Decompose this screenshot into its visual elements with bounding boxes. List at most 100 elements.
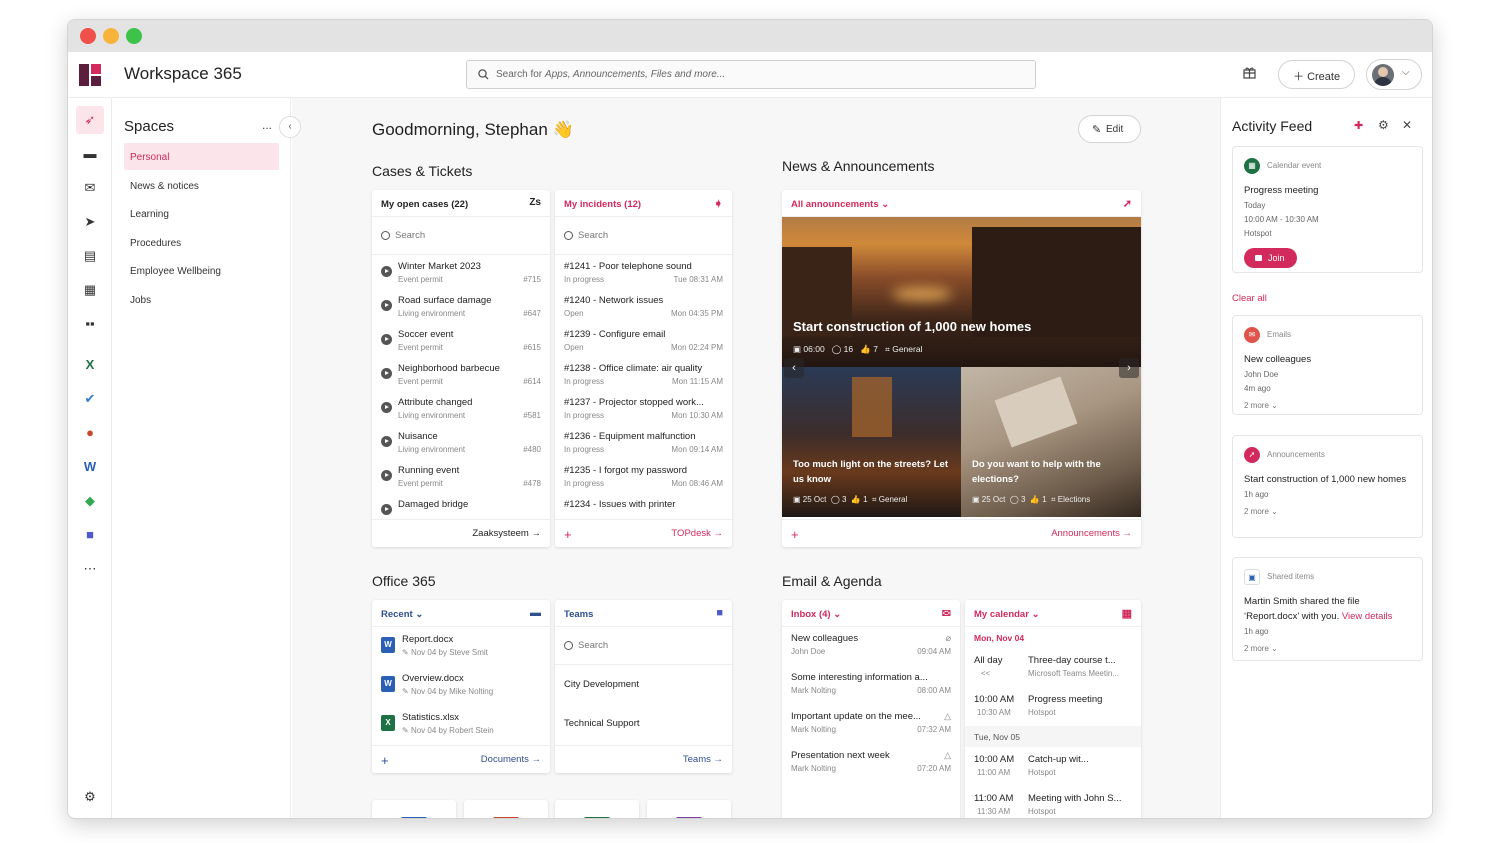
- view-details-link[interactable]: View details: [1342, 611, 1393, 622]
- news-item-image[interactable]: Do you want to help with the elections? …: [961, 367, 1141, 517]
- news-item-title[interactable]: Too much light on the streets? Let us kn…: [793, 457, 953, 487]
- open-cases-search-input[interactable]: Search: [372, 217, 550, 255]
- feed-card-calendar[interactable]: ▦ Calendar event Progress meeting Today 1…: [1232, 146, 1423, 273]
- gift-icon[interactable]: [1243, 66, 1256, 82]
- todo-check-icon[interactable]: ✔: [76, 385, 104, 413]
- feed-card-shared[interactable]: ▣ Shared items Martin Smith shared the fi…: [1232, 557, 1423, 661]
- email-row[interactable]: Some interesting information a... Mark No…: [782, 666, 960, 705]
- close-icon[interactable]: ✕: [1402, 118, 1412, 132]
- create-button[interactable]: ＋ Create: [1278, 60, 1355, 89]
- incident-row[interactable]: #1240 - Network issues Open Mon 04:35 PM: [555, 289, 732, 323]
- clear-all-link[interactable]: Clear all: [1232, 293, 1267, 304]
- incidents-search-input[interactable]: Search: [555, 217, 732, 255]
- space-item-news[interactable]: News & notices: [124, 172, 279, 199]
- global-search-input[interactable]: Search for Apps, Announcements, Files an…: [466, 60, 1036, 89]
- collapse-panel-button[interactable]: ‹: [279, 116, 301, 138]
- teams-search-input[interactable]: Search: [555, 627, 732, 665]
- case-row[interactable]: Nuisance Living environment #480: [372, 425, 550, 459]
- megaphone-icon[interactable]: ➚: [1123, 197, 1132, 210]
- more-apps-icon[interactable]: ⋯: [76, 555, 104, 583]
- space-item-learning[interactable]: Learning: [124, 200, 279, 227]
- incidents-title[interactable]: My incidents (12): [564, 199, 641, 210]
- news-item-image[interactable]: Too much light on the streets? Let us kn…: [782, 367, 961, 517]
- team-item[interactable]: Technical Support: [555, 704, 732, 743]
- feed-card-more[interactable]: 2 more ⌄: [1244, 507, 1411, 516]
- file-row[interactable]: X Statistics.xlsx ✎ Nov 04 by Robert Stein: [372, 705, 550, 744]
- powerpoint-app-tile[interactable]: P: [464, 800, 548, 818]
- case-row[interactable]: Attribute changed Living environment #581: [372, 391, 550, 425]
- space-item-procedures[interactable]: Procedures: [124, 229, 279, 256]
- case-row[interactable]: Road surface damage Living environment #64…: [372, 289, 550, 323]
- featured-news-title[interactable]: Start construction of 1,000 new homes: [793, 319, 1031, 334]
- spaces-more-button[interactable]: ...: [262, 118, 272, 132]
- calendar-event[interactable]: 10:00 AM 10:30 AM Progress meeting Hotspot: [965, 687, 1141, 726]
- rocket-icon[interactable]: ➶: [76, 106, 104, 134]
- calendar-event[interactable]: 11:00 AM 11:30 AM Meeting with John S... Ho…: [965, 786, 1141, 818]
- calendar-event[interactable]: 10:00 AM 11:00 AM Catch-up wit... Hotspot: [965, 747, 1141, 786]
- open-cases-title[interactable]: My open cases (22): [381, 199, 468, 210]
- apps-grid-icon[interactable]: ▪▪: [76, 310, 104, 338]
- incident-row[interactable]: #1239 - Configure email Open Mon 02:24 PM: [555, 323, 732, 357]
- file-row[interactable]: W Report.docx ✎ Nov 04 by Steve Smit: [372, 627, 550, 666]
- incident-row[interactable]: #1235 - I forgot my password In progress M…: [555, 459, 732, 493]
- teams-icon[interactable]: ■: [76, 521, 104, 549]
- feed-card-more[interactable]: 2 more ⌄: [1244, 644, 1411, 653]
- feed-card-more[interactable]: 2 more ⌄: [1244, 401, 1411, 410]
- feed-card-email[interactable]: ✉ Emails New colleagues John Doe 4m ago 2…: [1232, 315, 1423, 415]
- case-row[interactable]: Soccer event Event permit #615: [372, 323, 550, 357]
- settings-gear-icon[interactable]: ⚙: [76, 783, 104, 811]
- calendar-icon[interactable]: ▦: [76, 276, 104, 304]
- incident-row[interactable]: #1236 - Equipment malfunction In progress…: [555, 425, 732, 459]
- email-row[interactable]: Important update on the mee... Mark Nolti…: [782, 705, 960, 744]
- close-window-button[interactable]: [80, 28, 96, 44]
- file-row[interactable]: W Overview.docx ✎ Nov 04 by Mike Nolting: [372, 666, 550, 705]
- folder-icon[interactable]: ▬: [530, 607, 541, 619]
- case-row[interactable]: Neighborhood barbecue Event permit #614: [372, 357, 550, 391]
- add-announcement-button[interactable]: +: [791, 527, 799, 542]
- incident-row[interactable]: #1238 - Office climate: air quality In pr…: [555, 357, 732, 391]
- teams-link[interactable]: Teams →: [683, 754, 723, 765]
- documents-link[interactable]: Documents →: [481, 754, 541, 765]
- send-icon[interactable]: ➤: [76, 208, 104, 236]
- announcements-filter[interactable]: All announcements ⌄: [791, 199, 889, 210]
- word-app-tile[interactable]: W: [372, 800, 456, 818]
- onenote-app-tile[interactable]: N: [647, 800, 731, 818]
- edit-button[interactable]: ✎ Edit: [1078, 115, 1141, 143]
- topdesk-link[interactable]: TOPdesk →: [671, 528, 723, 539]
- powerpoint-icon[interactable]: ●: [76, 419, 104, 447]
- space-item-wellbeing[interactable]: Employee Wellbeing: [124, 257, 279, 284]
- case-row[interactable]: Winter Market 2023 Event permit #715: [372, 255, 550, 289]
- excel-app-tile[interactable]: X: [555, 800, 639, 818]
- maximize-window-button[interactable]: [126, 28, 142, 44]
- mail-icon[interactable]: ✉: [76, 174, 104, 202]
- space-item-personal[interactable]: Personal: [124, 143, 279, 170]
- maps-pin-icon[interactable]: ◆: [76, 487, 104, 515]
- space-item-jobs[interactable]: Jobs: [124, 286, 279, 313]
- announcements-link[interactable]: Announcements →: [1051, 528, 1132, 539]
- minimize-window-button[interactable]: [103, 28, 119, 44]
- folder-icon[interactable]: ▬: [76, 140, 104, 168]
- calendar-event[interactable]: All day << Three-day course t... Microsoft …: [965, 648, 1141, 687]
- news-item-title[interactable]: Do you want to help with the elections?: [972, 457, 1132, 487]
- excel-icon[interactable]: X: [76, 351, 104, 379]
- zaaksysteem-link[interactable]: Zaaksysteem →: [472, 528, 541, 539]
- calendar-icon[interactable]: ▦: [1122, 607, 1132, 620]
- teams-icon[interactable]: ■: [716, 607, 723, 619]
- inbox-filter[interactable]: Inbox (4) ⌄: [791, 609, 841, 620]
- document-icon[interactable]: ▤: [76, 242, 104, 270]
- carousel-prev-button[interactable]: ‹: [784, 358, 804, 378]
- recent-filter[interactable]: Recent ⌄: [381, 609, 423, 620]
- add-document-button[interactable]: +: [381, 753, 389, 768]
- app-logo[interactable]: [79, 64, 101, 86]
- join-meeting-button[interactable]: Join: [1244, 248, 1297, 268]
- case-row[interactable]: Running event Event permit #478: [372, 459, 550, 493]
- featured-news-image[interactable]: Start construction of 1,000 new homes ▣ …: [782, 217, 1141, 367]
- team-item[interactable]: City Development: [555, 665, 732, 704]
- gear-icon[interactable]: ⚙: [1378, 118, 1389, 132]
- add-incident-button[interactable]: +: [564, 527, 572, 542]
- feed-card-announcement[interactable]: ➚ Announcements Start construction of 1,0…: [1232, 435, 1423, 538]
- carousel-next-button[interactable]: ›: [1119, 358, 1139, 378]
- word-icon[interactable]: W: [76, 453, 104, 481]
- email-row[interactable]: Presentation next week Mark Nolting 07:20 …: [782, 744, 960, 783]
- calendar-filter[interactable]: My calendar ⌄: [974, 609, 1040, 620]
